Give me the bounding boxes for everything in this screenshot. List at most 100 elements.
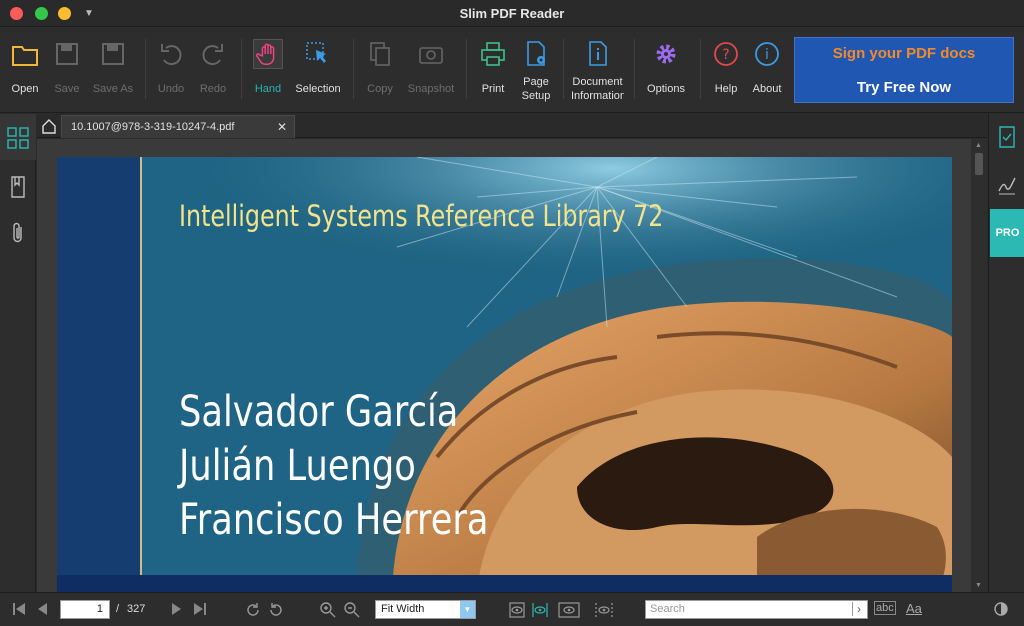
rotate-counterclockwise-icon[interactable] (267, 601, 285, 619)
bookmark-icon (11, 176, 25, 198)
signature-pen-icon (998, 177, 1016, 195)
toolbar-divider (145, 39, 146, 99)
selection-cursor-icon (306, 42, 326, 63)
current-page-input[interactable]: 1 (60, 600, 110, 619)
promo-cta: Try Free Now (856, 79, 952, 96)
folder-icon (12, 46, 38, 66)
document-tab-strip: 10.1007@978-3-319-10247-4.pdf ✕ (37, 114, 987, 138)
last-page-icon[interactable] (192, 601, 208, 617)
printer-icon (481, 42, 505, 66)
signature-panel-button[interactable] (989, 162, 1024, 208)
camera-icon (419, 47, 443, 64)
checklist-panel-button[interactable] (989, 114, 1024, 160)
title-bar: ▼ Slim PDF Reader (0, 0, 1024, 27)
author-name: Francisco Herrera (179, 495, 489, 545)
single-page-view-icon[interactable] (508, 601, 526, 619)
document-information-button[interactable]: Document Information (571, 35, 624, 103)
selection-tool-button[interactable]: Selection (292, 35, 344, 103)
cover-bottom-strip (57, 575, 952, 592)
question-mark-icon: ? (714, 42, 738, 66)
svg-text:i: i (765, 47, 769, 63)
theme-toggle-icon[interactable] (993, 601, 1009, 617)
copy-icon (370, 42, 390, 66)
document-tab-label: 10.1007@978-3-319-10247-4.pdf (71, 121, 235, 133)
page-setup-button[interactable]: Page Setup (514, 35, 558, 103)
about-button[interactable]: i About (748, 35, 786, 103)
page-separator: / (116, 603, 120, 615)
total-pages: 327 (127, 603, 146, 615)
hand-icon (253, 39, 283, 69)
facing-pages-view-icon[interactable] (557, 601, 581, 619)
left-sidebar (0, 114, 36, 592)
search-placeholder: Search (650, 603, 685, 615)
continuous-facing-view-icon[interactable] (594, 601, 614, 619)
copy-button[interactable]: Copy (361, 35, 399, 103)
text-formatting-button[interactable]: Aa (906, 601, 922, 616)
toolbar-divider (634, 39, 635, 99)
print-button[interactable]: Print (474, 35, 512, 103)
thumbnails-panel-button[interactable] (0, 114, 36, 160)
info-icon: i (755, 42, 779, 66)
open-button[interactable]: Open (4, 35, 46, 103)
right-sidebar: PRO (988, 114, 1024, 592)
sign-pdf-promo-button[interactable]: Sign your PDF docs Try Free Now (794, 37, 1014, 103)
scroll-down-icon[interactable]: ▼ (975, 582, 982, 589)
main-toolbar: Open Save Save As Undo Redo Hand Selecti… (0, 27, 1024, 113)
help-button[interactable]: ? Help (708, 35, 744, 103)
save-button[interactable]: Save (48, 35, 86, 103)
paperclip-icon (13, 222, 22, 243)
author-name: Salvador García (179, 387, 459, 437)
pro-badge-button[interactable]: PRO (990, 209, 1024, 257)
search-go-icon[interactable]: › (852, 602, 861, 616)
cover-divider-line (140, 157, 142, 592)
floppy-disk-icon (102, 43, 124, 65)
checklist-icon (999, 126, 1015, 148)
previous-page-icon[interactable] (35, 601, 49, 617)
document-viewer[interactable]: Intelligent Systems Reference Library 72… (37, 139, 971, 592)
toolbar-divider (241, 39, 242, 99)
gear-icon (656, 44, 676, 64)
toolbar-divider (563, 39, 564, 99)
floppy-disk-icon (56, 43, 78, 65)
svg-text:?: ? (722, 47, 729, 63)
author-name: Julián Luengo (179, 441, 416, 491)
status-bar: 1 / 327 Fit Width ▼ Search › abc Aa (0, 592, 1024, 626)
window-title: Slim PDF Reader (459, 6, 565, 21)
bookmarks-panel-button[interactable] (0, 164, 36, 210)
undo-button[interactable]: Undo (152, 35, 190, 103)
zoom-select-value: Fit Width (381, 603, 425, 615)
cover-left-strip (57, 157, 140, 592)
scroll-up-icon[interactable]: ▲ (975, 142, 982, 149)
page-gear-icon (527, 41, 545, 66)
close-tab-icon[interactable]: ✕ (277, 120, 287, 134)
vertical-scrollbar[interactable]: ▲ ▼ (971, 139, 987, 592)
rotate-clockwise-icon[interactable] (244, 601, 262, 619)
redo-icon (202, 44, 223, 66)
document-info-icon (588, 41, 607, 66)
match-case-button[interactable]: abc (874, 601, 896, 615)
pdf-page: Intelligent Systems Reference Library 72… (57, 157, 952, 592)
zoom-select[interactable]: Fit Width ▼ (375, 600, 476, 619)
toolbar-divider (353, 39, 354, 99)
continuous-view-icon[interactable] (531, 601, 549, 619)
thumbnails-grid-icon (7, 127, 29, 149)
first-page-icon[interactable] (11, 601, 27, 617)
dropdown-arrow-icon[interactable]: ▼ (460, 601, 475, 618)
snapshot-button[interactable]: Snapshot (404, 35, 458, 103)
document-tab[interactable]: 10.1007@978-3-319-10247-4.pdf ✕ (61, 115, 295, 138)
redo-button[interactable]: Redo (194, 35, 232, 103)
save-as-button[interactable]: Save As (90, 35, 136, 103)
toolbar-divider (466, 39, 467, 99)
series-title: Intelligent Systems Reference Library 72 (179, 199, 664, 233)
scrollbar-thumb[interactable] (975, 153, 983, 175)
options-button[interactable]: Options (642, 35, 690, 103)
hand-tool-button[interactable]: Hand (249, 35, 287, 103)
home-icon[interactable] (39, 116, 59, 136)
search-input[interactable]: Search › (645, 600, 868, 619)
toolbar-divider (700, 39, 701, 99)
zoom-out-icon[interactable] (343, 601, 361, 619)
attachments-panel-button[interactable] (0, 210, 36, 256)
next-page-icon[interactable] (170, 601, 184, 617)
zoom-in-icon[interactable] (319, 601, 337, 619)
undo-icon (161, 44, 182, 66)
